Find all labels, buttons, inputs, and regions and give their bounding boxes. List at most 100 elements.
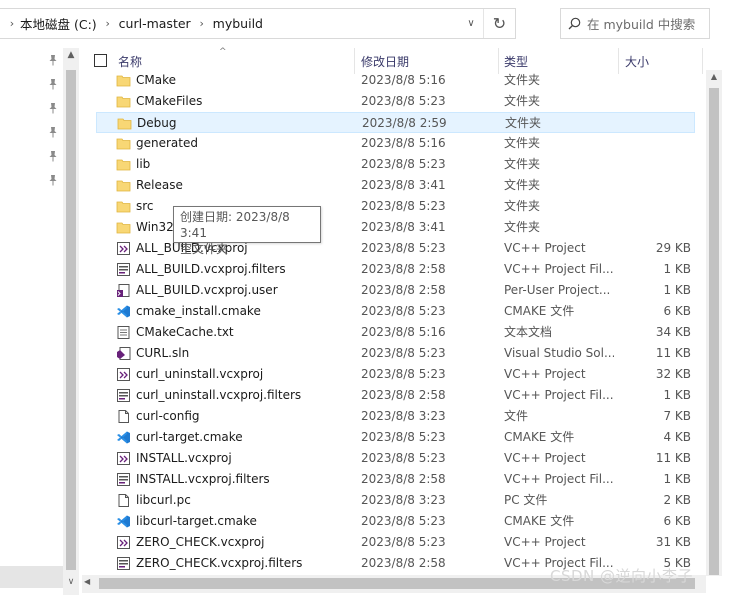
vertical-scrollbar-thumb[interactable] [709, 88, 719, 575]
chevron-right-icon[interactable]: › [4, 17, 20, 30]
breadcrumb-item-curl-master[interactable]: curl-master [119, 16, 191, 31]
scroll-up-icon[interactable]: ▲ [707, 72, 721, 84]
search-placeholder: 在 mybuild 中搜索 [587, 17, 696, 32]
file-row[interactable]: CMakeFiles 2023/8/8 5:23 文件夹 [82, 91, 702, 112]
text-file-icon [116, 325, 131, 340]
file-row[interactable]: Release 2023/8/8 3:41 文件夹 [82, 175, 702, 196]
file-size: 29 KB [655, 241, 691, 255]
file-row[interactable]: ALL_BUILD.vcxproj.user 2023/8/8 2:58 Per-U… [82, 280, 702, 301]
file-row[interactable]: Debug 2023/8/8 2:59 文件夹 [96, 112, 695, 133]
file-row[interactable]: curl-config 2023/8/8 3:23 文件 7 KB [82, 406, 702, 427]
file-type: 文本文档 [504, 325, 553, 339]
file-name: INSTALL.vcxproj [136, 451, 232, 465]
file-name: curl_uninstall.vcxproj.filters [136, 388, 302, 402]
file-name: CMake [136, 73, 176, 87]
file-type: VC++ Project [504, 535, 586, 549]
file-name: CMakeCache.txt [136, 325, 234, 339]
pin-icon[interactable] [47, 102, 59, 114]
nav-scrollbar-thumb[interactable] [66, 70, 76, 570]
file-size: 11 KB [655, 346, 691, 360]
select-all-checkbox[interactable] [94, 54, 107, 67]
sln-icon [116, 346, 131, 361]
vcxproj-icon [116, 367, 131, 382]
file-type: 文件夹 [505, 116, 542, 130]
breadcrumb-item-drive[interactable]: 本地磁盘 (C:) [20, 14, 97, 33]
file-modified-date: 2023/8/8 2:58 [361, 556, 446, 570]
pin-icon[interactable] [47, 126, 59, 138]
file-name: curl_uninstall.vcxproj [136, 367, 264, 381]
refresh-button[interactable]: ↻ [483, 9, 515, 38]
pin-icon[interactable] [47, 54, 59, 66]
vscode-icon [116, 430, 131, 445]
file-list[interactable]: CMake 2023/8/8 5:16 文件夹 CMakeFiles 2023/8/8 … [82, 70, 706, 575]
vcxproj-icon [116, 535, 131, 550]
address-bar-area: › 本地磁盘 (C:) › curl-master › mybuild ∨ ↻ … [0, 0, 738, 48]
file-modified-date: 2023/8/8 5:23 [361, 304, 446, 318]
scroll-up-icon[interactable]: ▲ [64, 50, 78, 64]
file-type: 文件夹 [504, 157, 541, 171]
file-modified-date: 2023/8/8 5:23 [361, 94, 446, 108]
file-type: VC++ Project [504, 367, 586, 381]
file-size [622, 154, 691, 175]
folder-tooltip: 创建日期: 2023/8/8 3:41 空文件夹 [173, 206, 321, 256]
file-row[interactable]: lib 2023/8/8 5:23 文件夹 [82, 154, 702, 175]
file-row[interactable]: CURL.sln 2023/8/8 5:23 Visual Studio Sol..… [82, 343, 702, 364]
address-history-dropdown[interactable]: ∨ [459, 9, 483, 38]
file-row[interactable]: curl-target.cmake 2023/8/8 5:23 CMAKE 文件 4 … [82, 427, 702, 448]
file-modified-date: 2023/8/8 2:58 [361, 472, 446, 486]
file-size [622, 217, 691, 238]
nav-selected-item[interactable] [0, 566, 63, 588]
file-name: Debug [137, 116, 177, 130]
file-row[interactable]: curl_uninstall.vcxproj.filters 2023/8/8 2… [82, 385, 702, 406]
file-size [622, 91, 691, 112]
file-row[interactable]: ZERO_CHECK.vcxproj 2023/8/8 5:23 VC++ Proj… [82, 532, 702, 553]
search-input[interactable]: 在 mybuild 中搜索 [560, 8, 710, 39]
file-name: generated [136, 136, 198, 150]
file-modified-date: 2023/8/8 5:23 [361, 430, 446, 444]
file-type: CMAKE 文件 [504, 514, 575, 528]
address-bar[interactable]: › 本地磁盘 (C:) › curl-master › mybuild ∨ ↻ [0, 8, 516, 39]
pin-icon[interactable] [47, 174, 59, 186]
file-modified-date: 2023/8/8 2:58 [361, 388, 446, 402]
file-size [622, 196, 691, 217]
file-name: libcurl-target.cmake [136, 514, 257, 528]
file-type: VC++ Project [504, 451, 586, 465]
file-row[interactable]: INSTALL.vcxproj.filters 2023/8/8 2:58 VC++… [82, 469, 702, 490]
pin-icon[interactable] [47, 78, 59, 90]
file-row[interactable]: CMakeCache.txt 2023/8/8 5:16 文本文档 34 KB [82, 322, 702, 343]
file-type: VC++ Project [504, 241, 586, 255]
chevron-right-icon[interactable]: › [191, 17, 213, 30]
file-type: VC++ Project Fil... [504, 388, 614, 402]
refresh-icon: ↻ [492, 14, 507, 33]
file-type: 文件 [504, 409, 529, 423]
blank-file-icon [116, 409, 131, 424]
file-size: 1 KB [663, 262, 691, 276]
file-modified-date: 2023/8/8 3:23 [361, 409, 446, 423]
file-size: 11 KB [655, 451, 691, 465]
file-modified-date: 2023/8/8 5:23 [361, 199, 446, 213]
file-modified-date: 2023/8/8 3:41 [361, 220, 446, 234]
file-row[interactable]: generated 2023/8/8 5:16 文件夹 [82, 133, 702, 154]
file-row[interactable]: INSTALL.vcxproj 2023/8/8 5:23 VC++ Project… [82, 448, 702, 469]
file-size: 7 KB [663, 409, 691, 423]
file-name: ALL_BUILD.vcxproj.user [136, 283, 278, 297]
file-modified-date: 2023/8/8 5:16 [361, 136, 446, 150]
file-row[interactable]: curl_uninstall.vcxproj 2023/8/8 5:23 VC++ … [82, 364, 702, 385]
file-row[interactable]: ALL_BUILD.vcxproj.filters 2023/8/8 2:58 VC… [82, 259, 702, 280]
user-file-icon [116, 283, 131, 298]
watermark: CSDN @逆向小李子 [550, 567, 694, 585]
pin-icon[interactable] [47, 150, 59, 162]
file-row[interactable]: cmake_install.cmake 2023/8/8 5:23 CMAKE 文件… [82, 301, 702, 322]
file-row[interactable]: libcurl-target.cmake 2023/8/8 5:23 CMAKE 文… [82, 511, 702, 532]
file-name: CURL.sln [136, 346, 190, 360]
file-type: 文件夹 [504, 220, 541, 234]
scroll-left-icon[interactable]: ◀ [84, 577, 96, 591]
breadcrumb-item-mybuild[interactable]: mybuild [213, 16, 263, 31]
scroll-down-icon[interactable]: ∨ [64, 577, 78, 591]
folder-icon [116, 178, 131, 193]
file-row[interactable]: CMake 2023/8/8 5:16 文件夹 [82, 70, 702, 91]
folder-icon [116, 157, 131, 172]
chevron-right-icon[interactable]: › [97, 17, 119, 30]
file-size: 6 KB [663, 514, 691, 528]
file-row[interactable]: libcurl.pc 2023/8/8 3:23 PC 文件 2 KB [82, 490, 702, 511]
